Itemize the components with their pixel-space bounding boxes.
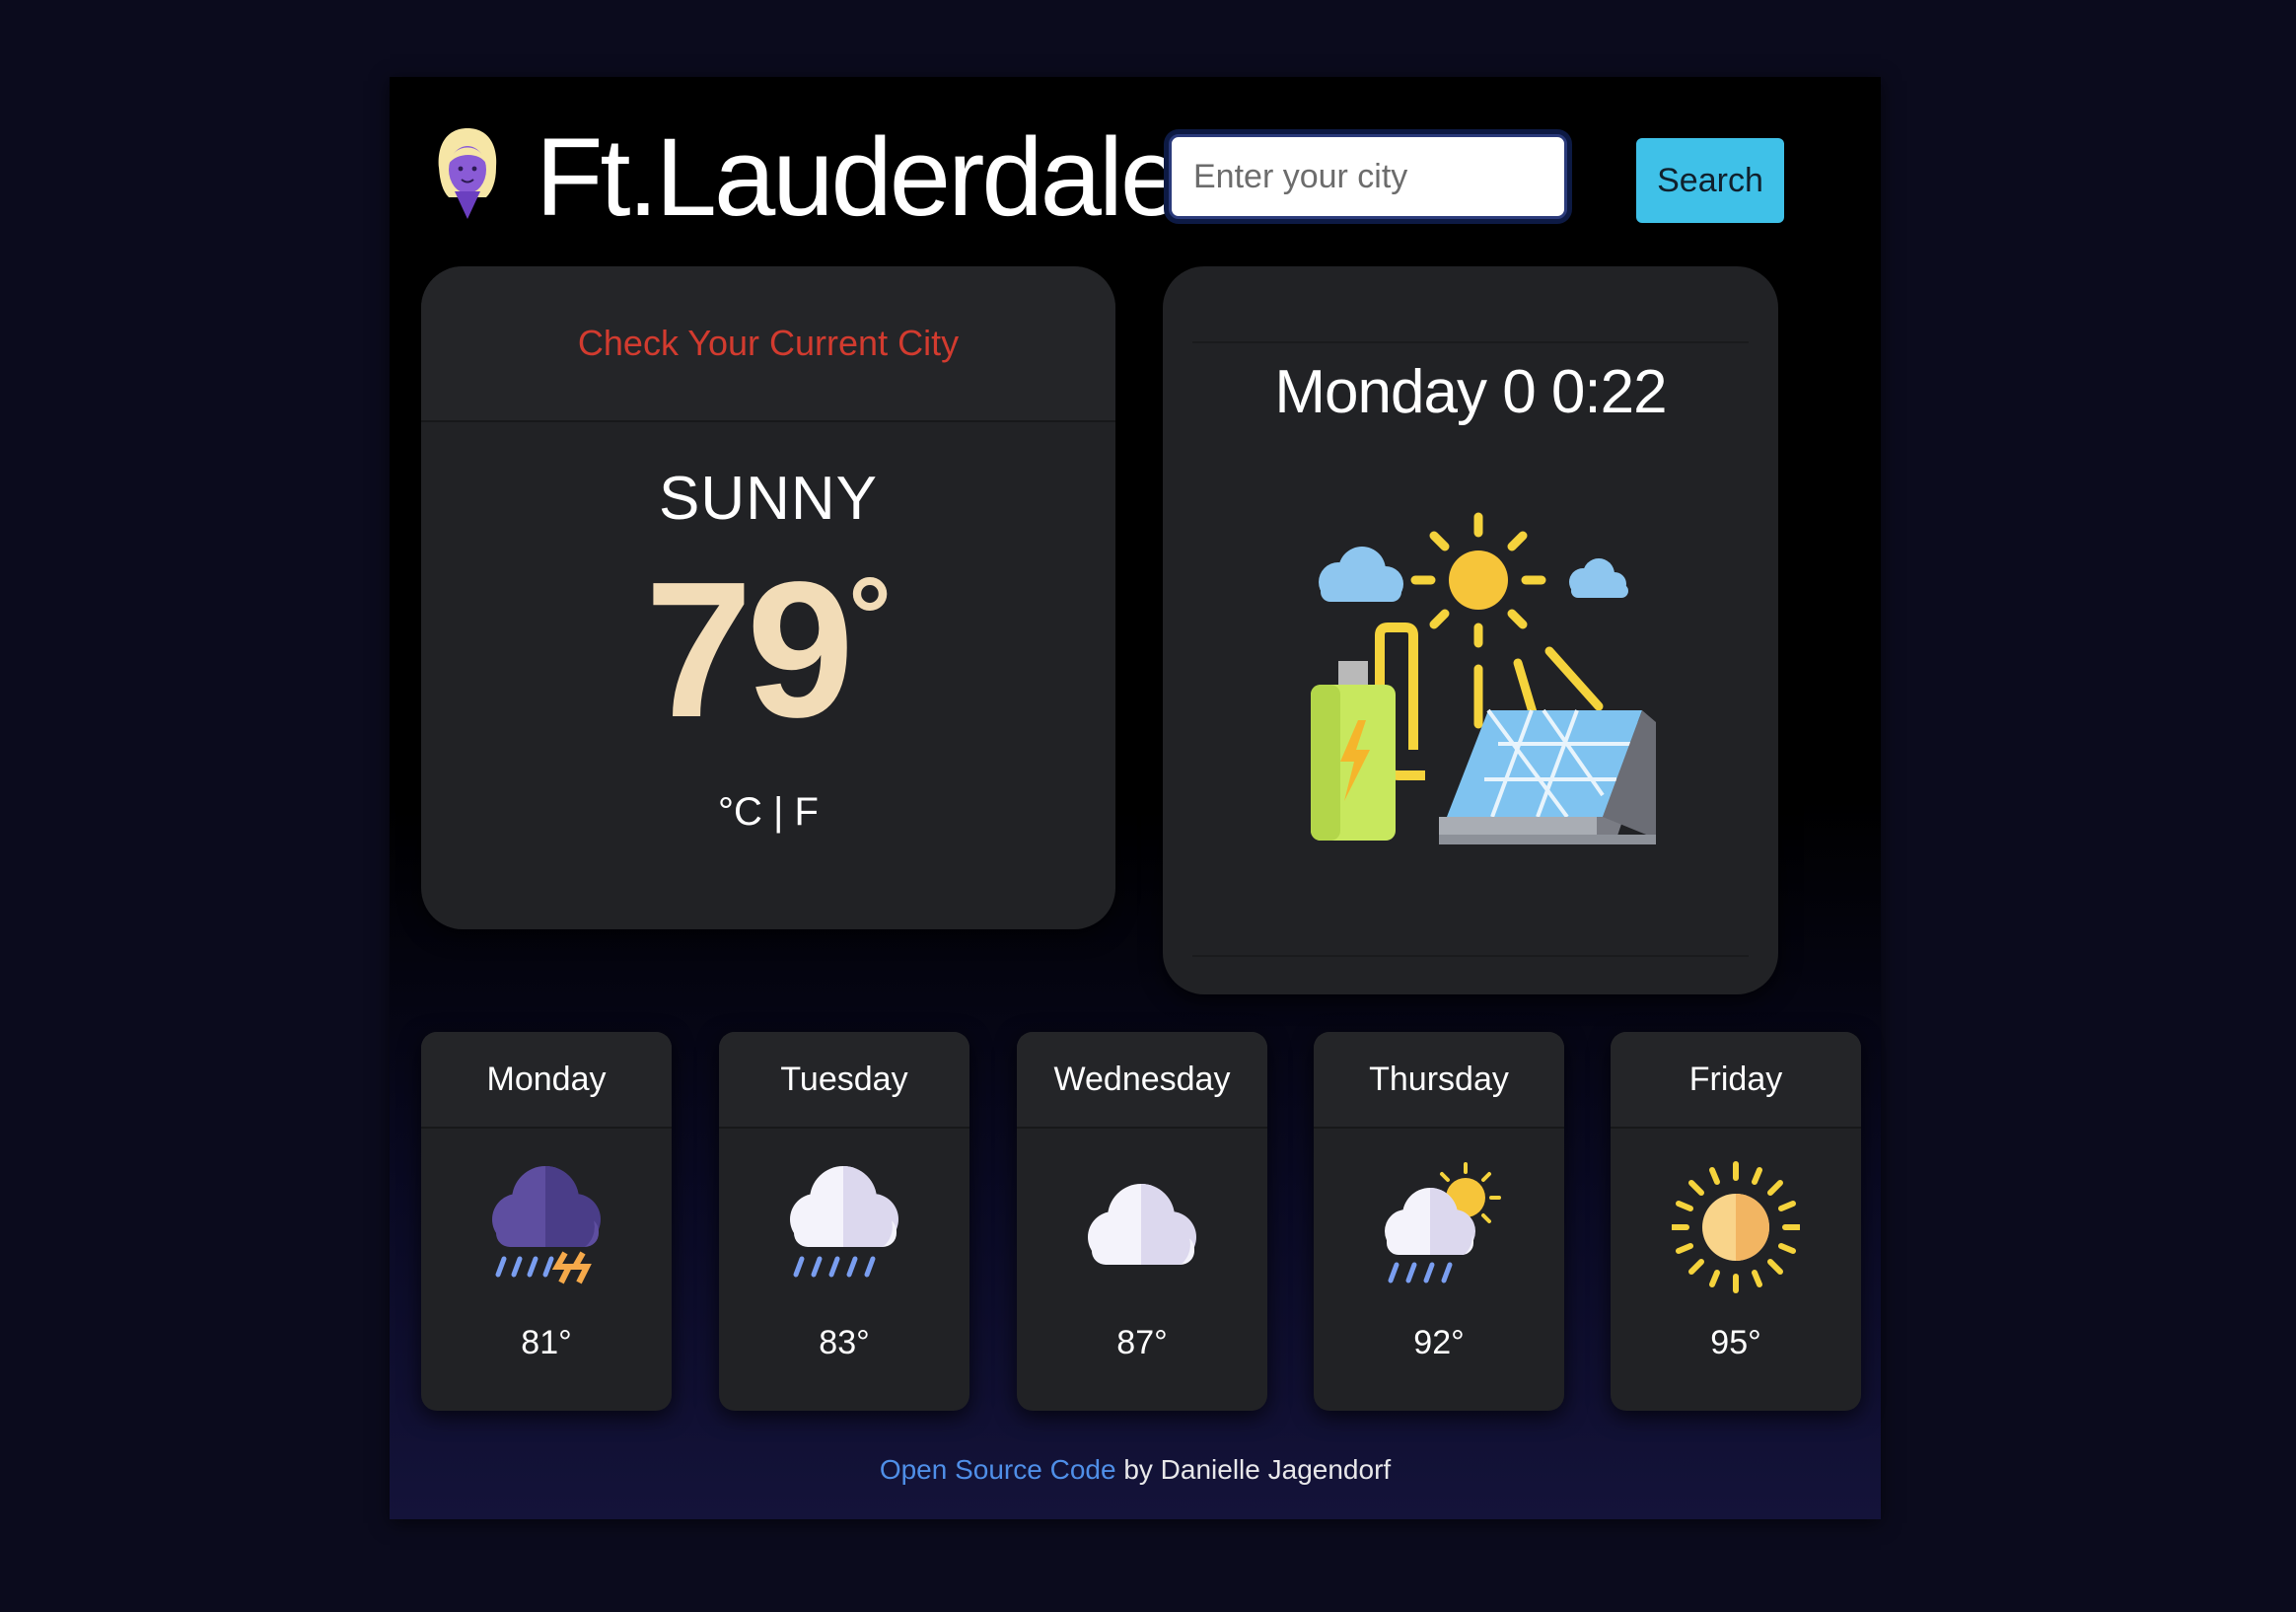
open-source-code-link[interactable]: Open Source Code bbox=[880, 1454, 1116, 1485]
day-time-display: Monday 0 0:22 bbox=[1274, 358, 1667, 426]
thunderstorm-icon bbox=[492, 1166, 601, 1284]
check-current-city-link[interactable]: Check Your Current City bbox=[578, 323, 959, 364]
unit-toggle: °C | F bbox=[421, 790, 1115, 835]
forecast-day: Monday bbox=[421, 1032, 672, 1129]
celsius-toggle[interactable]: °C bbox=[718, 790, 762, 834]
forecast-temp: 92° bbox=[1413, 1324, 1465, 1361]
current-temperature: 79° bbox=[421, 548, 1115, 753]
forecast-temp: 95° bbox=[1710, 1324, 1761, 1361]
forecast-day: Tuesday bbox=[719, 1032, 969, 1129]
forecast-temp: 81° bbox=[521, 1324, 572, 1361]
forecast-day: Wednesday bbox=[1017, 1032, 1267, 1129]
footer: Open Source Code by Danielle Jagendorf bbox=[390, 1454, 1881, 1486]
woman-avatar-icon bbox=[438, 128, 497, 219]
forecast-day: Thursday bbox=[1314, 1032, 1564, 1129]
forecast-temp: 83° bbox=[819, 1324, 870, 1361]
rain-icon bbox=[790, 1166, 898, 1278]
solar-panel-battery-illustration bbox=[1311, 512, 1656, 844]
date-time-card: Monday 0 0:22 bbox=[1163, 266, 1778, 994]
forecast-card-friday: Friday 95° bbox=[1611, 1032, 1861, 1411]
forecast-card-wednesday: Wednesday 87° bbox=[1017, 1032, 1267, 1411]
cloud-icon bbox=[1088, 1184, 1196, 1265]
forecast-temp: 87° bbox=[1116, 1324, 1168, 1361]
unit-separator: | bbox=[761, 790, 795, 834]
forecast-day: Friday bbox=[1611, 1032, 1861, 1129]
city-search-input[interactable] bbox=[1169, 134, 1567, 219]
fahrenheit-toggle[interactable]: F bbox=[795, 790, 819, 834]
degree-symbol: ° bbox=[848, 555, 892, 677]
forecast-card-thursday: Thursday 92° bbox=[1314, 1032, 1564, 1411]
footer-byline: by Danielle Jagendorf bbox=[1115, 1454, 1392, 1485]
weather-condition: SUNNY bbox=[658, 465, 879, 533]
sun-cloud-rain-icon bbox=[1385, 1162, 1501, 1283]
weather-app: Ft.Lauderdale Search Check Your Current … bbox=[390, 77, 1881, 1519]
current-weather-card: Check Your Current City SUNNY 79° °C | F bbox=[421, 266, 1115, 929]
sun-icon bbox=[1672, 1161, 1800, 1293]
forecast-card-tuesday: Tuesday 83° bbox=[719, 1032, 969, 1411]
search-button[interactable]: Search bbox=[1636, 138, 1784, 223]
current-weather-header: Check Your Current City bbox=[421, 266, 1115, 422]
temperature-value: 79 bbox=[644, 542, 854, 758]
city-title: Ft.Lauderdale bbox=[536, 115, 1182, 239]
forecast-card-monday: Monday 81° bbox=[421, 1032, 672, 1411]
